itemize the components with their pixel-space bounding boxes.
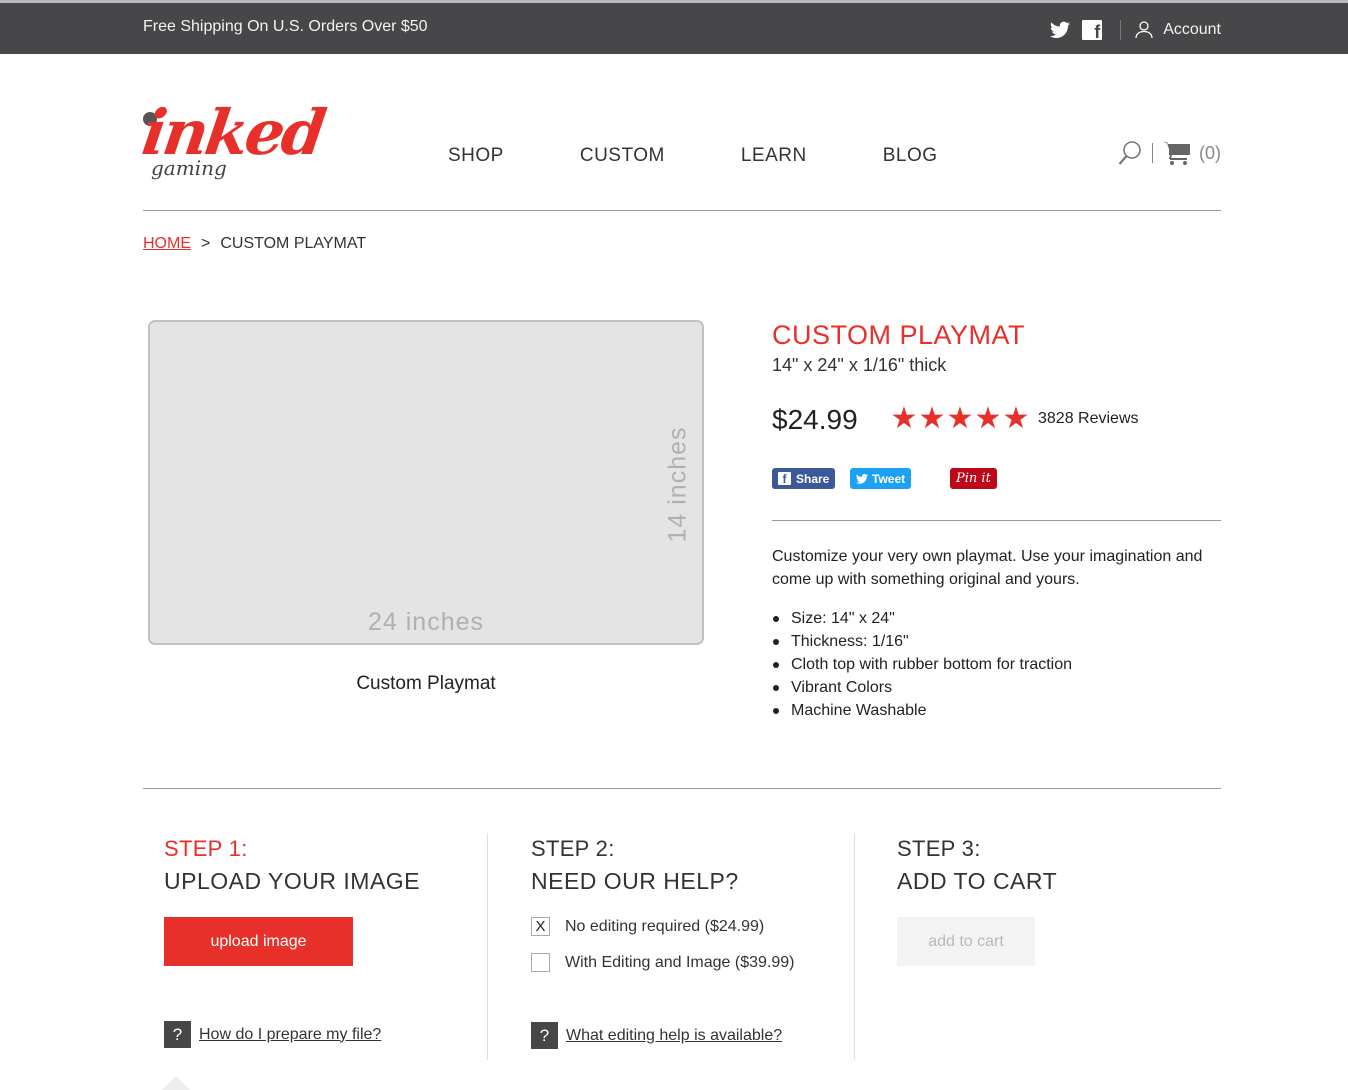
option-with-editing[interactable]: With Editing and Image ($39.99) [531, 953, 794, 972]
facebook-icon: f [778, 472, 791, 486]
user-icon[interactable] [1135, 21, 1153, 39]
tweet-label: Tweet [872, 471, 906, 486]
divider [1152, 143, 1153, 163]
product-title: CUSTOM PLAYMAT [772, 320, 1026, 350]
tooltip-arrow [162, 1076, 190, 1090]
section-divider [143, 788, 1221, 789]
twitter-icon [856, 473, 868, 484]
step-3: STEP 3: ADD TO CART [897, 836, 1057, 895]
top-bar-right: f Account [1050, 20, 1221, 42]
checkbox-no-editing[interactable]: X [531, 917, 550, 936]
star-icon: ★ [946, 402, 974, 435]
star-icon: ★ [890, 402, 918, 435]
step-title: NEED OUR HELP? [531, 868, 739, 894]
nav-custom[interactable]: CUSTOM [580, 145, 665, 167]
search-icon[interactable] [1118, 140, 1142, 166]
question-icon: ? [164, 1021, 191, 1048]
top-bar: Free Shipping On U.S. Orders Over $50 f … [0, 0, 1348, 54]
help-editing: ? What editing help is available? [531, 1022, 782, 1049]
share-label: Share [796, 471, 830, 486]
playmat-preview: 24 inches 14 inches [148, 320, 704, 645]
product-price: $24.99 [772, 404, 858, 435]
column-divider [854, 833, 855, 1060]
help-prepare-file: ? How do I prepare my file? [164, 1021, 381, 1048]
twitter-icon[interactable] [1050, 21, 1071, 39]
width-label: 24 inches [367, 608, 485, 636]
pin-label: Pin it [956, 471, 991, 486]
tweet-button[interactable]: Tweet [850, 468, 912, 489]
breadcrumb: HOME > CUSTOM PLAYMAT [143, 235, 366, 253]
question-icon: ? [531, 1022, 558, 1049]
review-count[interactable]: 3828 Reviews [1038, 410, 1139, 428]
account-link[interactable]: Account [1163, 21, 1221, 39]
step-1: STEP 1: UPLOAD YOUR IMAGE [164, 836, 420, 895]
star-icon: ★ [918, 402, 946, 435]
feature-item: Cloth top with rubber bottom for tractio… [772, 653, 1072, 676]
logo[interactable]: inked gaming [138, 96, 335, 192]
promo-text: Free Shipping On U.S. Orders Over $50 [143, 18, 428, 35]
nav-blog[interactable]: BLOG [883, 145, 938, 167]
step-number: STEP 2: [531, 836, 615, 861]
height-label: 14 inches [663, 426, 692, 543]
pinterest-button[interactable]: Pin it [950, 468, 997, 489]
breadcrumb-current: CUSTOM PLAYMAT [220, 235, 367, 252]
cart-icon[interactable] [1163, 140, 1191, 166]
product-divider [772, 520, 1221, 521]
option-no-editing[interactable]: X No editing required ($24.99) [531, 917, 764, 936]
header-utilities: (0) [1118, 140, 1221, 166]
prepare-file-link[interactable]: How do I prepare my file? [199, 1026, 381, 1044]
logo-sub-text: gaming [151, 156, 227, 180]
nav-shop[interactable]: SHOP [448, 145, 504, 167]
option-label: No editing required ($24.99) [565, 917, 765, 935]
step-number: STEP 1: [164, 836, 248, 861]
option-label: With Editing and Image ($39.99) [565, 953, 795, 971]
facebook-icon[interactable]: f [1082, 20, 1103, 42]
preview-caption: Custom Playmat [356, 673, 496, 694]
checkbox-with-editing[interactable] [531, 953, 550, 972]
step-number: STEP 3: [897, 836, 981, 861]
add-to-cart-button[interactable]: add to cart [897, 917, 1035, 966]
editing-help-link[interactable]: What editing help is available? [566, 1027, 782, 1045]
step-title: UPLOAD YOUR IMAGE [164, 868, 421, 894]
upload-image-button[interactable]: upload image [164, 917, 353, 966]
breadcrumb-separator: > [201, 235, 211, 252]
product-description: Customize your very own playmat. Use you… [772, 548, 1203, 588]
breadcrumb-home[interactable]: HOME [143, 235, 191, 253]
feature-item: Machine Washable [772, 699, 1072, 722]
feature-item: Vibrant Colors [772, 676, 1072, 699]
star-icon: ★ [1002, 402, 1030, 435]
step-title: ADD TO CART [897, 868, 1058, 894]
facebook-share-button[interactable]: f Share [772, 468, 836, 489]
column-divider [487, 833, 488, 1060]
header-divider [143, 210, 1221, 211]
rating[interactable]: ★ ★ ★ ★ ★ 3828 Reviews [890, 404, 1139, 434]
divider [1120, 20, 1122, 40]
feature-item: Size: 14" x 24" [772, 607, 1072, 630]
feature-item: Thickness: 1/16" [772, 630, 1072, 653]
step-2: STEP 2: NEED OUR HELP? [531, 836, 739, 895]
nav-learn[interactable]: LEARN [741, 145, 807, 167]
main-nav: SHOP CUSTOM LEARN BLOG [448, 145, 938, 167]
feature-list: Size: 14" x 24" Thickness: 1/16" Cloth t… [772, 607, 1072, 722]
cart-count[interactable]: (0) [1199, 143, 1221, 164]
star-icon: ★ [974, 402, 1002, 435]
product-dimensions: 14" x 24" x 1/16" thick [772, 355, 947, 375]
